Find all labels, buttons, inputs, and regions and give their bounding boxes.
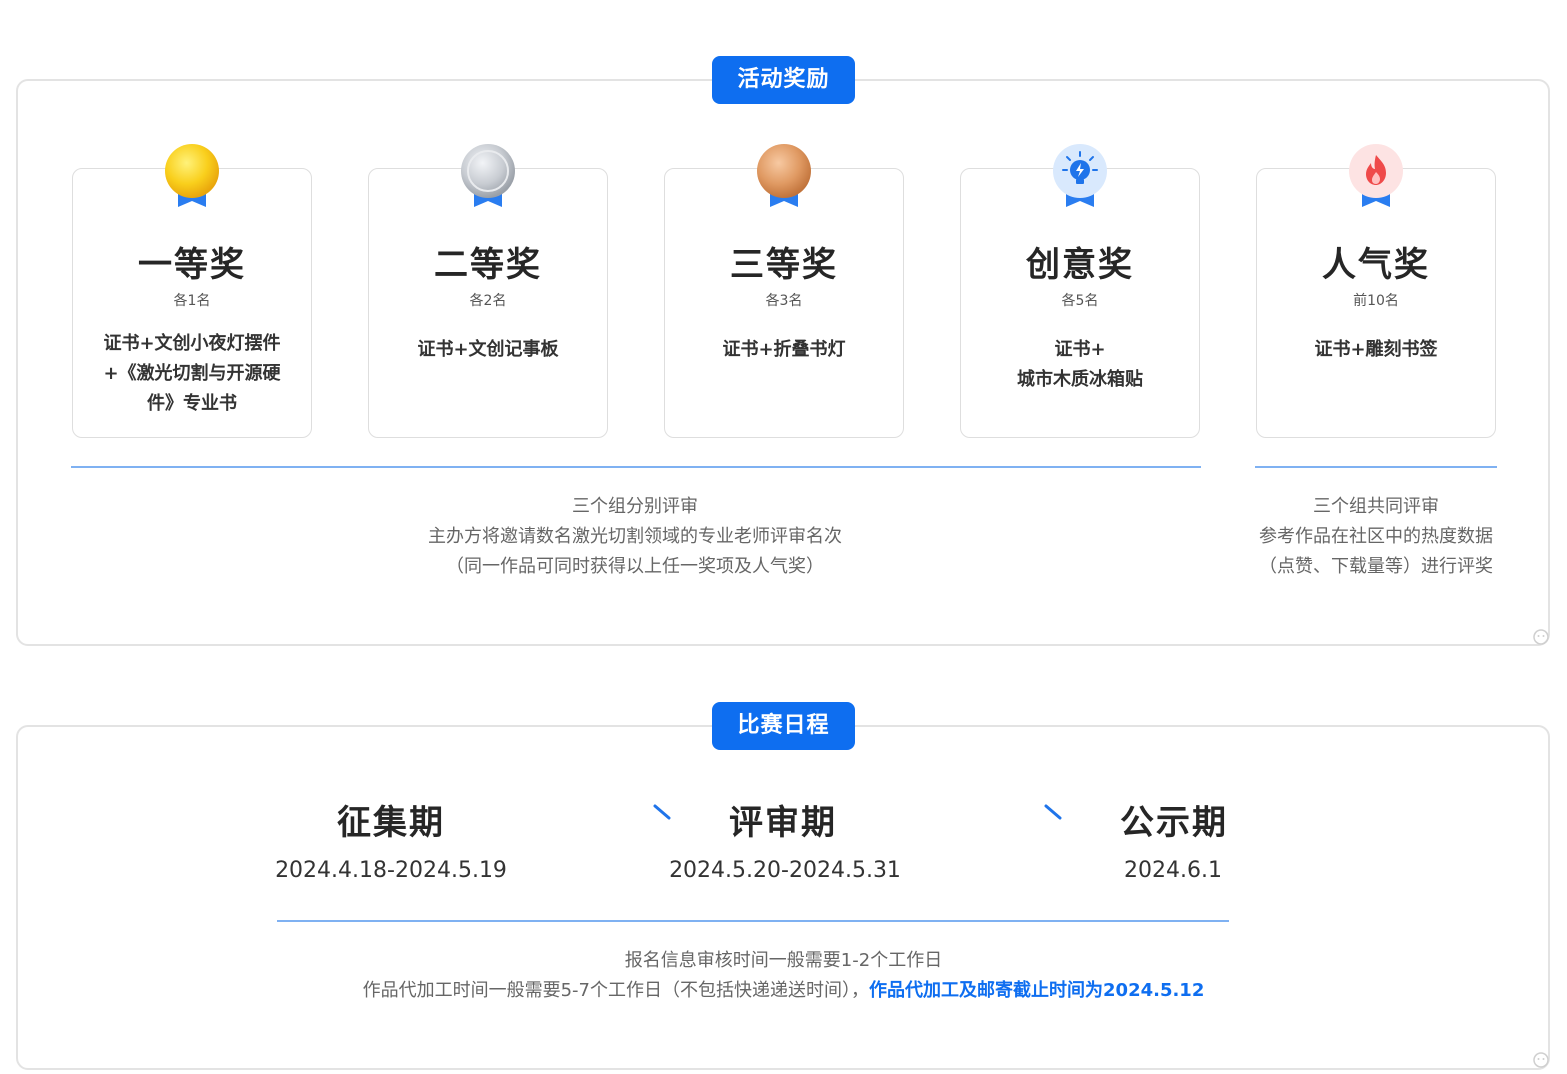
prize-reward-line: 件》专业书 [147, 393, 237, 414]
note-line: 三个组分别评审 [572, 496, 698, 517]
stage-collection-date: 2024.4.18-2024.5.19 [275, 858, 507, 883]
schedule-divider [277, 920, 1229, 922]
flame-medal-icon [1348, 143, 1404, 209]
bronze-medal-icon [756, 143, 812, 209]
note-line: 主办方将邀请数名激光切割领域的专业老师评审名次 [428, 526, 842, 547]
stage-collection-title: 征集期 [337, 803, 445, 843]
awards-note-groups: 三个组分别评审 主办方将邀请数名激光切割领域的专业老师评审名次 （同一作品可同时… [335, 492, 935, 582]
prize-reward-line: 证书+文创小夜灯摆件 [103, 333, 281, 354]
awards-divider-groups [71, 466, 1201, 468]
prize-count: 各2名 [469, 293, 507, 309]
prize-count: 前10名 [1353, 293, 1399, 309]
lightbulb-medal-icon [1052, 143, 1108, 209]
prize-reward: 证书+文创小夜灯摆件 +《激光切割与开源硬 件》专业书 [91, 329, 293, 419]
schedule-section-tag: 比赛日程 [712, 702, 855, 750]
prize-reward-line: 城市木质冰箱贴 [1017, 369, 1143, 390]
prize-title: 二等奖 [434, 245, 542, 285]
silver-medal-icon [460, 143, 516, 209]
prize-title: 创意奖 [1026, 245, 1134, 285]
note-line: （同一作品可同时获得以上任一奖项及人气奖） [446, 556, 824, 577]
prize-title: 三等奖 [730, 245, 838, 285]
arrow-right-icon [503, 803, 673, 827]
note-line: 作品代加工时间一般需要5-7个工作日（不包括快递递送时间）， [362, 980, 870, 1001]
prize-count: 各1名 [173, 293, 211, 309]
awards-divider-popular [1255, 466, 1497, 468]
prize-title: 人气奖 [1322, 245, 1430, 285]
note-line: 参考作品在社区中的热度数据 [1259, 526, 1493, 547]
note-line: （点赞、下载量等）进行评奖 [1259, 556, 1493, 577]
deadline-highlight: 作品代加工及邮寄截止时间为2024.5.12 [869, 980, 1205, 1001]
stage-review-date: 2024.5.20-2024.5.31 [669, 858, 901, 883]
prize-title: 一等奖 [138, 245, 246, 285]
stage-publicity-title: 公示期 [1120, 803, 1228, 843]
prize-reward-line: 证书+雕刻书签 [1314, 339, 1438, 360]
prize-reward: 证书+文创记事板 [387, 335, 589, 365]
schedule-section [16, 725, 1550, 1070]
note-line: 三个组共同评审 [1313, 496, 1439, 517]
prize-count: 各3名 [765, 293, 803, 309]
prize-reward: 证书+雕刻书签 [1275, 335, 1477, 365]
prize-reward-line: 证书+折叠书灯 [722, 339, 846, 360]
note-line: 报名信息审核时间一般需要1-2个工作日 [624, 950, 943, 971]
stage-publicity-date: 2024.6.1 [1124, 858, 1222, 883]
stage-review-title: 评审期 [729, 803, 837, 843]
prize-reward-line: 证书+文创记事板 [417, 339, 559, 360]
prize-reward: 证书+折叠书灯 [683, 335, 885, 365]
prize-count: 各5名 [1061, 293, 1099, 309]
awards-section-tag: 活动奖励 [712, 56, 855, 104]
prize-reward-line: 证书+ [1054, 339, 1106, 360]
corner-sticker-icon [1532, 1050, 1550, 1068]
corner-sticker-icon [1532, 627, 1550, 645]
arrow-right-icon [894, 803, 1064, 827]
gold-medal-icon [164, 143, 220, 209]
prize-reward-line: +《激光切割与开源硬 [103, 363, 281, 384]
prize-reward: 证书+ 城市木质冰箱贴 [979, 335, 1181, 395]
awards-note-popular: 三个组共同评审 参考作品在社区中的热度数据 （点赞、下载量等）进行评奖 [1230, 492, 1522, 582]
schedule-note: 报名信息审核时间一般需要1-2个工作日 作品代加工时间一般需要5-7个工作日（不… [0, 946, 1567, 1006]
